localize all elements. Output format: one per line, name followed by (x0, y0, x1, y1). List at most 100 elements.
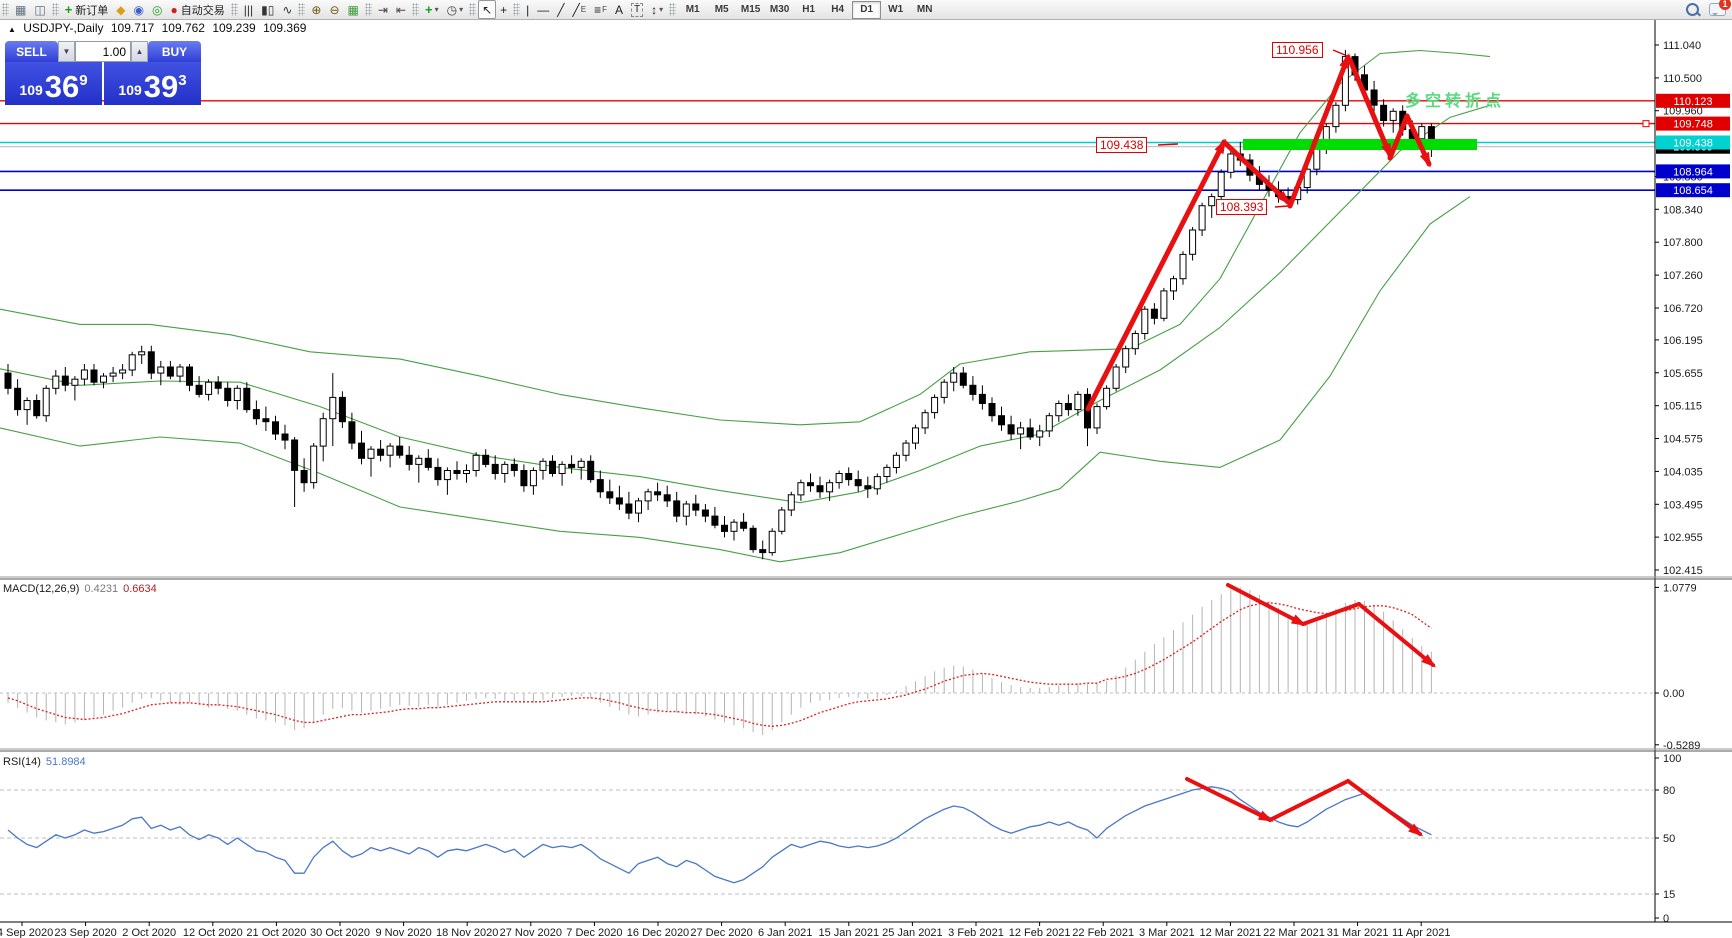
zoom-in-icon[interactable]: ⊕ (307, 0, 325, 19)
market-watch-icon[interactable]: ◆ (112, 0, 129, 19)
axis-tick-label: 106.195 (1663, 335, 1703, 347)
volume-up-button[interactable]: ▲ (131, 41, 148, 62)
macd-signal-line (7, 602, 1432, 727)
text-label-tool[interactable]: T (627, 0, 647, 19)
candle (1208, 196, 1216, 207)
macd-name: MACD(12,26,9) (3, 583, 80, 595)
timeframe-mn[interactable]: MN (910, 1, 939, 19)
date-tick-label: 22 Mar 2021 (1263, 927, 1325, 938)
tile-windows-icon[interactable]: ▦ (344, 0, 363, 19)
date-tick-label: 22 Feb 2021 (1072, 927, 1134, 938)
candle (1112, 366, 1120, 389)
rsi-arrows[interactable] (1185, 777, 1424, 837)
timeframe-m30[interactable]: M30 (765, 1, 794, 19)
rsi-scale-label: 0 (1663, 913, 1669, 925)
bar-chart-mode-icon[interactable]: ||| (240, 0, 257, 19)
timeframe-h4[interactable]: H4 (823, 1, 852, 19)
sell-price[interactable]: 109 36 9 (5, 62, 102, 105)
candle (1332, 104, 1340, 128)
arrows-tool[interactable]: ↕ ▾ (647, 0, 667, 19)
candle (816, 485, 824, 493)
candlestick-mode-icon[interactable]: ▮▯ (257, 0, 278, 19)
candle (883, 466, 891, 477)
candle (23, 400, 31, 411)
timeframe-m5[interactable]: M5 (707, 1, 736, 19)
date-axis[interactable]: 14 Sep 202023 Sep 2020 2 Oct 2020 12 Oct 2… (0, 921, 1732, 938)
timeframe-m1[interactable]: M1 (678, 1, 707, 19)
candle (1093, 406, 1101, 429)
terminal-icon[interactable]: ◎ (148, 0, 166, 19)
buy-price[interactable]: 109 39 3 (104, 62, 201, 105)
chart-shift-icon: ⇤ (395, 2, 406, 17)
candle (405, 454, 413, 465)
candle (396, 445, 404, 456)
fibonacci-tool[interactable]: ≡ F (590, 0, 611, 19)
candle (1389, 110, 1397, 121)
navigator-icon[interactable]: ◉ (130, 0, 148, 19)
rsi-scale-label: 15 (1663, 889, 1675, 901)
one-click-trading-panel: SELL ▼ 1.00 ▲ BUY 109 36 9 109 39 3 (5, 41, 201, 105)
horizontal-line-tool[interactable]: — (533, 0, 553, 19)
candle (377, 448, 385, 456)
chart-canvas[interactable]: 111.040110.500109.960108.880108.340107.8… (0, 0, 1732, 938)
vertical-line-tool: | (526, 2, 530, 17)
new-chart-icon[interactable]: ▦ (11, 0, 30, 19)
volume-input[interactable]: 1.00 (75, 41, 131, 62)
profiles-icon[interactable]: ◫ (30, 0, 49, 19)
label-connectors (1157, 49, 1346, 208)
macd-main-value: 0.4231 (84, 583, 119, 595)
date-tick-label: 27 Dec 2020 (690, 927, 752, 938)
channel-tool[interactable]: ╱ E (569, 0, 591, 19)
candle (424, 457, 432, 468)
cursor-tool[interactable]: ↖ (478, 0, 497, 19)
group-grip (2, 3, 9, 16)
buy-price-point: 3 (178, 72, 187, 89)
candle (329, 396, 337, 420)
volume-down-button[interactable]: ▼ (58, 41, 75, 62)
crosshair-tool[interactable]: + (496, 0, 511, 19)
timeframe-h1[interactable]: H1 (794, 1, 823, 19)
autotrading-button[interactable]: ● 自动交易 (166, 0, 228, 19)
periods-clock-icon[interactable]: ◷ ▾ (443, 0, 468, 19)
zoom-out-icon[interactable]: ⊖ (325, 0, 343, 19)
candle (119, 369, 127, 374)
toolbar-group: + ▾ ◷ ▾ (410, 0, 467, 19)
candle (577, 460, 585, 468)
timeframe-d1[interactable]: D1 (852, 0, 882, 19)
chart-shift-icon[interactable]: ⇤ (392, 0, 410, 19)
new-order-button[interactable]: + 新订单 (61, 0, 113, 19)
trendline-tool[interactable]: ╱ (553, 0, 568, 19)
candle (214, 381, 222, 389)
trend-arrows[interactable] (1085, 53, 1432, 412)
rsi-scale-label: 100 (1663, 753, 1681, 765)
group-grip (230, 3, 238, 16)
toolbar-group: ||| ▮▯ ∿ (229, 0, 297, 19)
low-price-label[interactable]: 108.393 (1216, 199, 1268, 215)
indicators-add-icon[interactable]: + ▾ (421, 0, 443, 19)
sell-button[interactable]: SELL (5, 41, 58, 62)
channel-tool: ╱ (572, 2, 580, 17)
ohlc-open: 109.717 (110, 21, 155, 35)
notifications-icon[interactable]: 1 (1709, 0, 1731, 16)
green-support-zone[interactable] (1243, 139, 1477, 150)
auto-scroll-icon[interactable]: ⇥ (374, 0, 392, 19)
candle (826, 482, 834, 493)
buy-button[interactable]: BUY (148, 41, 201, 62)
timeframe-m15[interactable]: M15 (736, 1, 765, 19)
candle (386, 445, 394, 456)
bollinger-bands (0, 49, 1491, 563)
vertical-line-tool[interactable]: | (522, 0, 533, 19)
timeframe-w1[interactable]: W1 (881, 1, 910, 19)
line-chart-mode-icon[interactable]: ∿ (278, 0, 296, 19)
turning-point-note[interactable]: 多空转折点 (1405, 87, 1505, 111)
text-tool[interactable]: A (611, 0, 627, 19)
search-icon[interactable] (1686, 3, 1699, 16)
candle (644, 491, 652, 502)
mid-price-label[interactable]: 109.438 (1096, 137, 1148, 153)
candle (558, 463, 566, 474)
toolbar-right: 1 (1686, 0, 1732, 16)
toolbar-group: | — ╱ ╱ E ≡ F A T ↕ ▾ (511, 0, 667, 19)
high-price-label[interactable]: 110.956 (1272, 42, 1323, 58)
candle (778, 509, 786, 532)
candle (367, 448, 375, 459)
